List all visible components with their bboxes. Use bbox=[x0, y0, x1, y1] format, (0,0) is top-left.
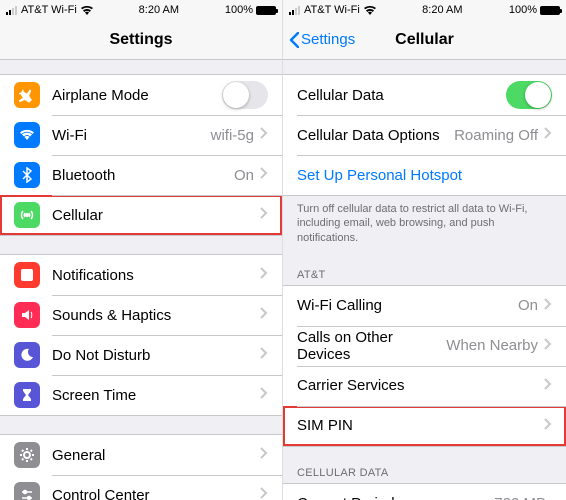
chevron-icon bbox=[260, 266, 268, 284]
row-value: Roaming Off bbox=[454, 127, 538, 144]
moon-icon bbox=[14, 342, 40, 368]
row-label: Wi-Fi Calling bbox=[297, 297, 518, 314]
content-scroll[interactable]: Airplane Mode Wi-Fi wifi-5g Bluetooth On bbox=[0, 60, 282, 500]
row-airplane-mode[interactable]: Airplane Mode bbox=[0, 75, 282, 115]
bluetooth-icon bbox=[14, 162, 40, 188]
row-label: Sounds & Haptics bbox=[52, 307, 260, 324]
row-dnd[interactable]: Do Not Disturb bbox=[0, 335, 282, 375]
row-data-options[interactable]: Cellular Data Options Roaming Off bbox=[283, 115, 566, 155]
battery-label: 100% bbox=[509, 4, 537, 16]
signal-icon bbox=[289, 6, 300, 15]
row-label: Cellular Data bbox=[297, 87, 506, 104]
group-footer: Turn off cellular data to restrict all d… bbox=[283, 196, 566, 249]
chevron-icon bbox=[544, 417, 552, 435]
battery-icon bbox=[540, 6, 560, 15]
chevron-icon bbox=[260, 306, 268, 324]
row-carrier-services[interactable]: Carrier Services bbox=[283, 366, 566, 406]
status-bar: AT&T Wi-Fi 8:20 AM 100% bbox=[0, 0, 282, 20]
row-current-period[interactable]: Current Period 722 MB bbox=[283, 484, 566, 500]
chevron-icon bbox=[260, 206, 268, 224]
row-cellular[interactable]: Cellular bbox=[0, 195, 282, 235]
settings-screen: AT&T Wi-Fi 8:20 AM 100% Settings Airplan… bbox=[0, 0, 283, 500]
row-value: On bbox=[518, 297, 538, 314]
back-button[interactable]: Settings bbox=[289, 31, 355, 48]
row-sim-pin[interactable]: SIM PIN bbox=[283, 406, 566, 446]
chevron-icon bbox=[260, 346, 268, 364]
row-value: On bbox=[234, 167, 254, 184]
signal-icon bbox=[6, 6, 17, 15]
chevron-left-icon bbox=[289, 32, 299, 48]
gear-icon bbox=[14, 442, 40, 468]
row-label: General bbox=[52, 447, 260, 464]
page-title: Cellular bbox=[395, 31, 454, 49]
chevron-icon bbox=[260, 166, 268, 184]
nav-bar: Settings Cellular bbox=[283, 20, 566, 60]
row-value: When Nearby bbox=[446, 337, 538, 354]
row-value: 722 MB bbox=[494, 495, 546, 500]
row-screentime[interactable]: Screen Time bbox=[0, 375, 282, 415]
chevron-icon bbox=[544, 337, 552, 355]
chevron-icon bbox=[260, 126, 268, 144]
back-label: Settings bbox=[301, 31, 355, 48]
sounds-icon bbox=[14, 302, 40, 328]
row-label: Set Up Personal Hotspot bbox=[297, 167, 552, 184]
wifi-icon bbox=[364, 6, 376, 15]
carrier-label: AT&T Wi-Fi bbox=[304, 4, 360, 16]
hourglass-icon bbox=[14, 382, 40, 408]
row-label: Notifications bbox=[52, 267, 260, 284]
row-cellular-data[interactable]: Cellular Data bbox=[283, 75, 566, 115]
battery-icon bbox=[256, 6, 276, 15]
row-notifications[interactable]: Notifications bbox=[0, 255, 282, 295]
group-header-celldata: CELLULAR DATA bbox=[283, 455, 566, 483]
row-label: Control Center bbox=[52, 487, 260, 500]
row-wifi[interactable]: Wi-Fi wifi-5g bbox=[0, 115, 282, 155]
row-label: Current Period bbox=[297, 495, 494, 500]
nav-bar: Settings bbox=[0, 20, 282, 60]
row-label: Cellular bbox=[52, 207, 260, 224]
row-label: Cellular Data Options bbox=[297, 127, 454, 144]
status-bar: AT&T Wi-Fi 8:20 AM 100% bbox=[283, 0, 566, 20]
chevron-icon bbox=[544, 377, 552, 395]
battery-label: 100% bbox=[225, 4, 253, 16]
cellular-data-toggle[interactable] bbox=[506, 81, 552, 109]
cellular-screen: AT&T Wi-Fi 8:20 AM 100% Settings Cellula… bbox=[283, 0, 566, 500]
chevron-icon bbox=[544, 126, 552, 144]
row-control-center[interactable]: Control Center bbox=[0, 475, 282, 500]
row-sounds[interactable]: Sounds & Haptics bbox=[0, 295, 282, 335]
chevron-icon bbox=[260, 446, 268, 464]
page-title: Settings bbox=[109, 31, 172, 49]
row-general[interactable]: General bbox=[0, 435, 282, 475]
row-label: Do Not Disturb bbox=[52, 347, 260, 364]
row-label: SIM PIN bbox=[297, 417, 544, 434]
row-label: Wi-Fi bbox=[52, 127, 211, 144]
row-label: Bluetooth bbox=[52, 167, 234, 184]
notifications-icon bbox=[14, 262, 40, 288]
row-label: Carrier Services bbox=[297, 377, 544, 394]
row-label: Calls on Other Devices bbox=[297, 329, 446, 363]
group-header-att: AT&T bbox=[283, 257, 566, 285]
time-label: 8:20 AM bbox=[422, 4, 462, 16]
airplane-toggle[interactable] bbox=[222, 81, 268, 109]
row-calls-other-devices[interactable]: Calls on Other Devices When Nearby bbox=[283, 326, 566, 366]
row-label: Screen Time bbox=[52, 387, 260, 404]
carrier-label: AT&T Wi-Fi bbox=[21, 4, 77, 16]
wifi-icon bbox=[81, 6, 93, 15]
chevron-icon bbox=[260, 386, 268, 404]
row-value: wifi-5g bbox=[211, 127, 254, 144]
row-wifi-calling[interactable]: Wi-Fi Calling On bbox=[283, 286, 566, 326]
row-bluetooth[interactable]: Bluetooth On bbox=[0, 155, 282, 195]
airplane-icon bbox=[14, 82, 40, 108]
row-label: Airplane Mode bbox=[52, 87, 222, 104]
content-scroll[interactable]: Cellular Data Cellular Data Options Roam… bbox=[283, 60, 566, 500]
row-personal-hotspot[interactable]: Set Up Personal Hotspot bbox=[283, 155, 566, 195]
wifi-icon bbox=[14, 122, 40, 148]
chevron-icon bbox=[544, 297, 552, 315]
cellular-icon bbox=[14, 202, 40, 228]
time-label: 8:20 AM bbox=[139, 4, 179, 16]
controlcenter-icon bbox=[14, 482, 40, 500]
chevron-icon bbox=[260, 486, 268, 500]
